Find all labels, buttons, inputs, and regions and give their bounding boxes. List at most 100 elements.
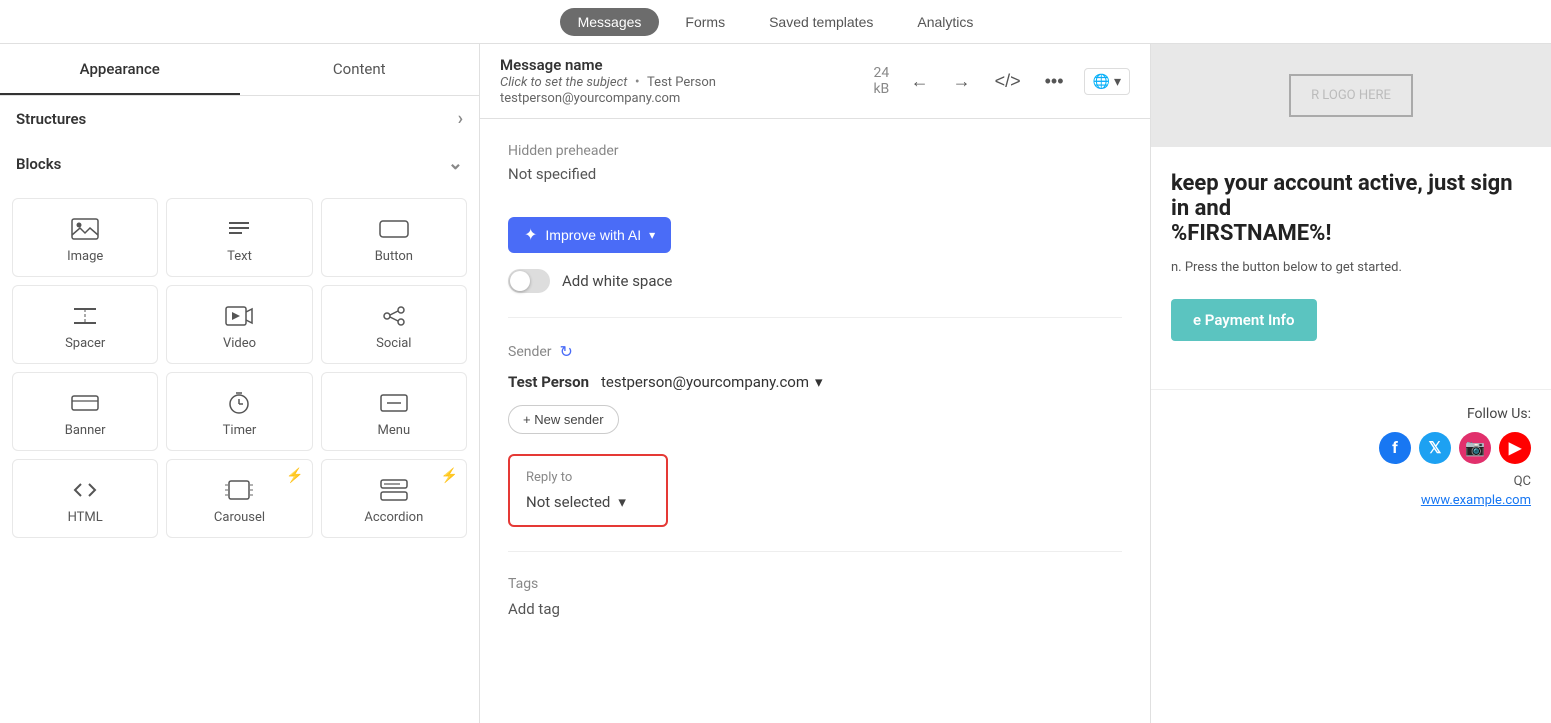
sender-name: Test Person	[508, 373, 589, 391]
tab-messages[interactable]: Messages	[560, 8, 660, 36]
center-panel: Message name Click to set the subject • …	[480, 44, 1151, 723]
divider-2	[508, 551, 1122, 552]
add-tag-value[interactable]: Add tag	[508, 600, 1122, 618]
follow-us-label: Follow Us:	[1171, 406, 1531, 422]
preview-email: R LOGO HERE keep your account active, ju…	[1151, 44, 1551, 723]
blocks-label: Blocks	[16, 155, 61, 173]
tab-forms[interactable]: Forms	[667, 8, 743, 36]
sidebar-content: Structures › Blocks ⌄ Image	[0, 96, 479, 723]
dot-separator: •	[635, 74, 640, 90]
preview-body: keep your account active, just sign in a…	[1151, 147, 1551, 389]
block-html[interactable]: HTML	[12, 459, 158, 538]
white-space-toggle[interactable]	[508, 269, 550, 293]
block-social[interactable]: Social	[321, 285, 467, 364]
blocks-grid: Image Text Button	[0, 186, 479, 550]
message-name-section: Message name Click to set the subject • …	[500, 56, 873, 106]
block-text[interactable]: Text	[166, 198, 312, 277]
spacer-icon	[69, 304, 101, 328]
accordion-icon	[378, 478, 410, 502]
block-timer[interactable]: Timer	[166, 372, 312, 451]
block-carousel[interactable]: ⚡ Carousel	[166, 459, 312, 538]
block-video[interactable]: Video	[166, 285, 312, 364]
block-spacer[interactable]: Spacer	[12, 285, 158, 364]
timer-icon	[223, 391, 255, 415]
block-text-label: Text	[227, 249, 252, 264]
block-menu-label: Menu	[378, 423, 411, 438]
block-button[interactable]: Button	[321, 198, 467, 277]
sender-email-chevron: ▾	[815, 373, 823, 391]
sender-row: Test Person testperson@yourcompany.com ▾	[508, 373, 1122, 391]
reply-to-label: Reply to	[526, 470, 650, 485]
block-banner-label: Banner	[65, 423, 106, 438]
more-options-button[interactable]: •••	[1041, 67, 1068, 96]
code-button[interactable]: </>	[991, 67, 1025, 96]
preview-body-text: n. Press the button below to get started…	[1171, 258, 1531, 279]
preview-payment-btn: e Payment Info	[1171, 299, 1317, 341]
social-icons-row: f 𝕏 📷 ▶	[1171, 432, 1531, 464]
tab-content[interactable]: Content	[240, 44, 480, 95]
click-to-set-subject[interactable]: Click to set the subject	[500, 75, 627, 90]
main-layout: Appearance Content Structures › Blocks ⌄	[0, 44, 1551, 723]
preview-firstname: %FIRSTNAME%!	[1171, 221, 1331, 246]
carousel-badge: ⚡	[286, 468, 303, 484]
block-button-label: Button	[375, 249, 413, 264]
preview-website-link[interactable]: www.example.com	[1171, 493, 1531, 508]
sender-label-text: Sender	[508, 344, 552, 360]
block-image[interactable]: Image	[12, 198, 158, 277]
block-spacer-label: Spacer	[65, 336, 105, 351]
message-name-title: Message name	[500, 56, 873, 74]
sender-email-value: testperson@yourcompany.com	[601, 373, 809, 391]
sender-email-dropdown[interactable]: testperson@yourcompany.com ▾	[601, 373, 823, 391]
improve-btn-label: Improve with AI	[545, 227, 641, 243]
preview-headline-text: keep your account active, just sign in a…	[1171, 171, 1513, 221]
preview-headline: keep your account active, just sign in a…	[1171, 171, 1531, 246]
structures-label: Structures	[16, 110, 86, 128]
blocks-section-header[interactable]: Blocks ⌄	[0, 141, 479, 186]
preview-follow-section: Follow Us: f 𝕏 📷 ▶ QC www.example.com	[1151, 389, 1551, 524]
center-header: Message name Click to set the subject • …	[480, 44, 1150, 119]
divider-1	[508, 317, 1122, 318]
tab-analytics[interactable]: Analytics	[899, 8, 991, 36]
block-accordion[interactable]: ⚡ Accordion	[321, 459, 467, 538]
instagram-icon: 📷	[1459, 432, 1491, 464]
facebook-icon: f	[1379, 432, 1411, 464]
block-banner[interactable]: Banner	[12, 372, 158, 451]
block-image-label: Image	[67, 249, 103, 264]
sender-label: Sender ↻	[508, 342, 1122, 361]
language-button[interactable]: 🌐 ▾	[1084, 68, 1130, 95]
white-space-toggle-row: Add white space	[508, 269, 1122, 293]
youtube-icon: ▶	[1499, 432, 1531, 464]
block-menu[interactable]: Menu	[321, 372, 467, 451]
preview-panel: R LOGO HERE keep your account active, ju…	[1151, 44, 1551, 723]
new-sender-button[interactable]: + New sender	[508, 405, 619, 434]
tags-section: Tags Add tag	[508, 576, 1122, 618]
preview-logo-area: R LOGO HERE	[1151, 44, 1551, 147]
structures-chevron: ›	[458, 108, 463, 129]
html-icon	[69, 478, 101, 502]
carousel-icon	[223, 478, 255, 502]
improve-dropdown-arrow: ▾	[649, 228, 655, 242]
video-icon	[223, 304, 255, 328]
block-html-label: HTML	[68, 510, 103, 525]
blocks-chevron: ⌄	[448, 153, 463, 174]
undo-button[interactable]: ←	[907, 67, 933, 96]
refresh-icon[interactable]: ↻	[560, 342, 573, 361]
left-panel-tabs: Appearance Content	[0, 44, 479, 96]
banner-icon	[69, 391, 101, 415]
logo-placeholder: R LOGO HERE	[1289, 74, 1413, 117]
redo-button[interactable]: →	[949, 67, 975, 96]
hidden-preheader-label: Hidden preheader	[508, 143, 1122, 159]
button-icon	[378, 217, 410, 241]
tab-appearance[interactable]: Appearance	[0, 44, 240, 95]
structures-section-header[interactable]: Structures ›	[0, 96, 479, 141]
tab-saved-templates[interactable]: Saved templates	[751, 8, 891, 36]
reply-to-selected: Not selected	[526, 493, 610, 511]
social-icon	[378, 304, 410, 328]
header-right: 24 kB ← → </> ••• 🌐 ▾	[873, 65, 1130, 97]
hidden-preheader-section: Hidden preheader Not specified	[508, 143, 1122, 183]
twitter-icon: 𝕏	[1419, 432, 1451, 464]
improve-with-ai-button[interactable]: ✦ Improve with AI ▾	[508, 217, 671, 253]
hidden-preheader-value: Not specified	[508, 165, 1122, 183]
block-accordion-label: Accordion	[364, 510, 423, 525]
reply-to-box[interactable]: Reply to Not selected ▾	[508, 454, 668, 527]
